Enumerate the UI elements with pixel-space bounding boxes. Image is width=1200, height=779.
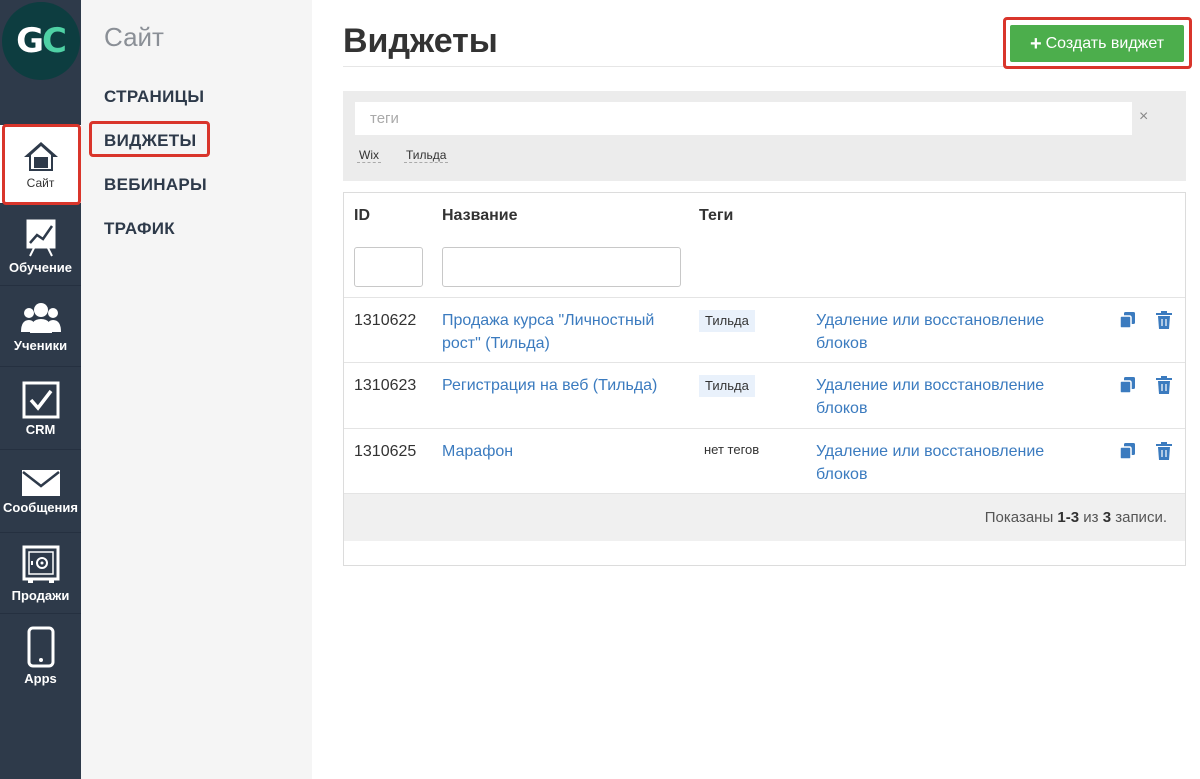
tag-filter-panel: × Wix Тильда (343, 91, 1186, 181)
tag-option-tilda[interactable]: Тильда (404, 148, 449, 163)
column-header-name[interactable]: Название (442, 207, 518, 225)
rail-item-learning[interactable]: Обучение (0, 206, 81, 286)
rail-item-label: Обучение (8, 259, 73, 275)
rail-item-apps[interactable]: Apps (0, 615, 81, 697)
trash-icon[interactable] (1156, 442, 1172, 460)
rail-item-label: CRM (25, 421, 56, 437)
sidebar-link-pages[interactable]: СТРАНИЦЫ (104, 87, 204, 107)
sidebar-link-widgets[interactable]: ВИДЖЕТЫ (104, 131, 196, 151)
sidebar-link-webinars[interactable]: ВЕБИНАРЫ (104, 175, 207, 195)
summary-suffix: записи. (1115, 509, 1167, 526)
safe-icon (22, 545, 59, 583)
name-filter-input[interactable] (442, 247, 681, 287)
row-help-link[interactable]: Удаление или восстановление блоков (816, 374, 1086, 420)
table-summary: Показаны 1-3 из 3 записи. (344, 493, 1185, 541)
page-title: Виджеты (343, 22, 498, 60)
row-name-link[interactable]: Продажа курса "Личностный рост" (Тильда) (442, 309, 692, 355)
logo-mark: GC (1, 1, 80, 80)
trash-icon[interactable] (1156, 311, 1172, 329)
column-header-tags: Теги (699, 207, 734, 224)
rail-item-crm[interactable]: CRM (0, 368, 81, 450)
summary-total: 3 (1102, 509, 1112, 526)
title-divider (343, 66, 1188, 67)
rail-item-label: Сайт (26, 175, 55, 190)
phone-icon (27, 626, 54, 668)
create-widget-button[interactable]: + Создать виджет (1010, 25, 1184, 62)
row-id: 1310625 (354, 443, 417, 460)
rail-item-site[interactable]: Сайт (0, 125, 81, 204)
logo-letter-g: G (16, 20, 44, 61)
id-filter-input[interactable] (354, 247, 423, 287)
row-name-link[interactable]: Марафон (442, 440, 692, 463)
row-help-link[interactable]: Удаление или восстановление блоков (816, 309, 1086, 355)
rail-item-sales[interactable]: Продажи (0, 534, 81, 614)
main-content: Виджеты + Создать виджет × Wix Тильда ID… (312, 0, 1200, 779)
copy-icon[interactable] (1119, 311, 1137, 329)
rail-item-label: Apps (24, 671, 57, 686)
rail-item-messages[interactable]: Сообщения (0, 451, 81, 533)
rail-item-students[interactable]: Ученики (0, 287, 81, 367)
home-icon (23, 141, 58, 171)
widgets-table: ID Название Теги 1310622 Продажа курса "… (343, 192, 1186, 566)
rail-item-label: Ученики (13, 337, 68, 353)
envelope-icon (21, 469, 60, 496)
row-help-link[interactable]: Удаление или восстановление блоков (816, 440, 1086, 486)
row-tag-badge: Тильда (699, 375, 755, 397)
summary-prefix: Показаны (984, 509, 1054, 526)
row-id: 1310622 (354, 312, 417, 329)
trash-icon[interactable] (1156, 376, 1172, 394)
copy-icon[interactable] (1119, 442, 1137, 460)
table-row: 1310623 Регистрация на веб (Тильда) Тиль… (344, 362, 1185, 428)
plus-icon: + (1029, 32, 1042, 55)
summary-middle: из (1083, 509, 1099, 526)
checkbox-icon (22, 381, 59, 418)
tag-option-wix[interactable]: Wix (357, 148, 381, 163)
summary-range: 1-3 (1057, 509, 1080, 526)
main-nav-rail: GC Сайт Обучение Ученики CRM Сообщения П… (0, 0, 81, 779)
table-row: 1310625 Марафон нет тегов Удаление или в… (344, 428, 1185, 494)
row-id: 1310623 (354, 377, 417, 394)
chart-board-icon (26, 219, 55, 256)
rail-item-label: Сообщения (3, 499, 78, 515)
create-widget-label: Создать виджет (1045, 34, 1165, 52)
row-name-link[interactable]: Регистрация на веб (Тильда) (442, 374, 692, 397)
rail-item-label: Продажи (11, 587, 70, 603)
clear-icon[interactable]: × (1139, 108, 1148, 126)
column-header-id[interactable]: ID (354, 207, 370, 225)
sidebar-link-traffic[interactable]: ТРАФИК (104, 219, 175, 239)
section-sidebar: Сайт СТРАНИЦЫ ВИДЖЕТЫ ВЕБИНАРЫ ТРАФИК (81, 0, 312, 779)
row-no-tags: нет тегов (704, 442, 760, 457)
table-row: 1310622 Продажа курса "Личностный рост" … (344, 297, 1185, 363)
copy-icon[interactable] (1119, 376, 1137, 394)
row-tag-badge: Тильда (699, 310, 755, 332)
tags-filter-input[interactable] (355, 102, 1132, 135)
logo[interactable]: GC (0, 0, 81, 81)
logo-letter-c: C (41, 20, 67, 61)
users-icon (20, 302, 61, 333)
sidebar-title: Сайт (104, 22, 164, 52)
